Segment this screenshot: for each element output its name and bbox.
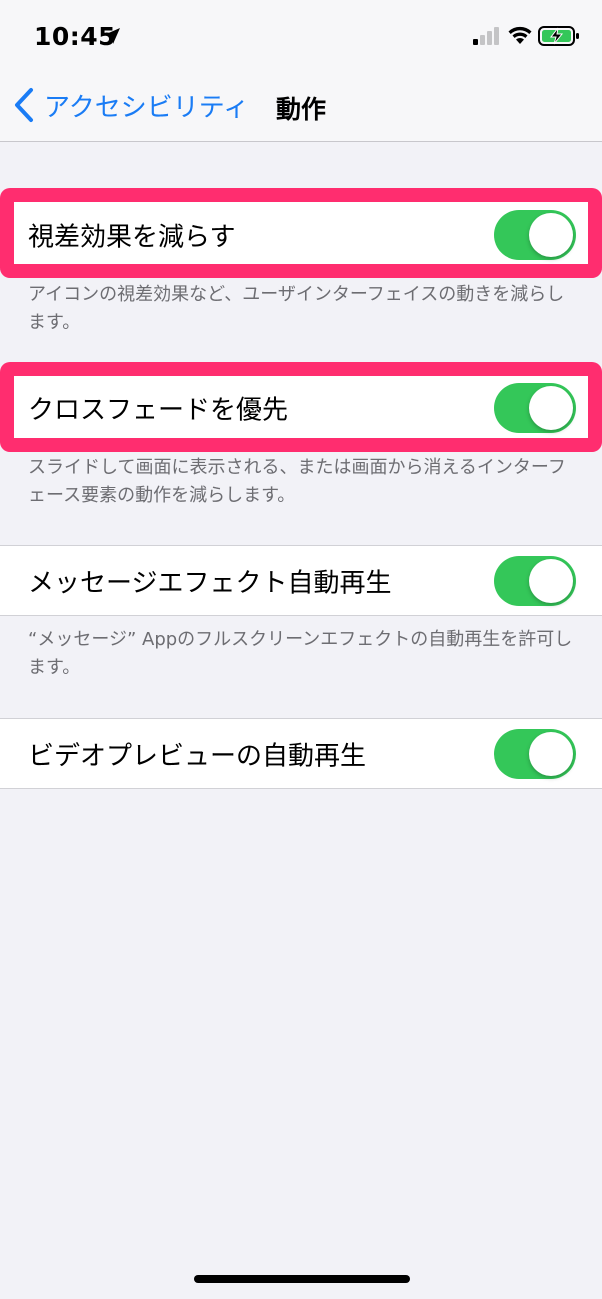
home-indicator[interactable] (194, 1275, 410, 1283)
status-bar: 10:45 (0, 0, 602, 70)
back-button-label: アクセシビリティ (44, 92, 250, 123)
setting-footer: “メッセージ” Appのフルスクリーンエフェクトの自動再生を許可します。 (28, 629, 573, 678)
setting-footer: スライドして画面に表示される、または画面から消えるインターフェース要素の動作を減… (28, 457, 566, 506)
toggle-knob (529, 212, 573, 257)
setting-row-prefer-cross-fade: クロスフェードを優先 (0, 372, 602, 443)
reduce-motion-toggle[interactable] (494, 209, 576, 260)
wifi-icon (508, 26, 532, 44)
message-effects-toggle[interactable] (494, 555, 576, 606)
video-preview-toggle[interactable] (494, 728, 576, 779)
setting-label: ビデオプレビューの自動再生 (28, 741, 367, 771)
chevron-left-icon (15, 88, 33, 122)
toggle-knob (529, 558, 573, 603)
setting-label: メッセージエフェクト自動再生 (28, 568, 392, 598)
setting-footer: アイコンの視差効果など、ユーザインターフェイスの動きを減らします。 (28, 284, 565, 333)
cellular-signal-icon (473, 27, 499, 45)
setting-row-reduce-motion: 視差効果を減らす (0, 199, 602, 270)
location-arrow-icon (104, 28, 120, 44)
setting-row-video-preview: ビデオプレビューの自動再生 (0, 718, 602, 789)
prefer-cross-fade-toggle[interactable] (494, 382, 576, 433)
setting-label: 視差効果を減らす (28, 222, 236, 252)
toggle-knob (529, 385, 573, 430)
setting-label: クロスフェードを優先 (28, 395, 289, 425)
toggle-knob (529, 731, 573, 776)
battery-charging-icon (538, 26, 579, 46)
back-button[interactable]: アクセシビリティ (12, 85, 249, 125)
page-title: 動作 (276, 95, 327, 124)
setting-row-message-effects: メッセージエフェクト自動再生 (0, 545, 602, 616)
navigation-bar: アクセシビリティ 動作 (0, 70, 602, 142)
